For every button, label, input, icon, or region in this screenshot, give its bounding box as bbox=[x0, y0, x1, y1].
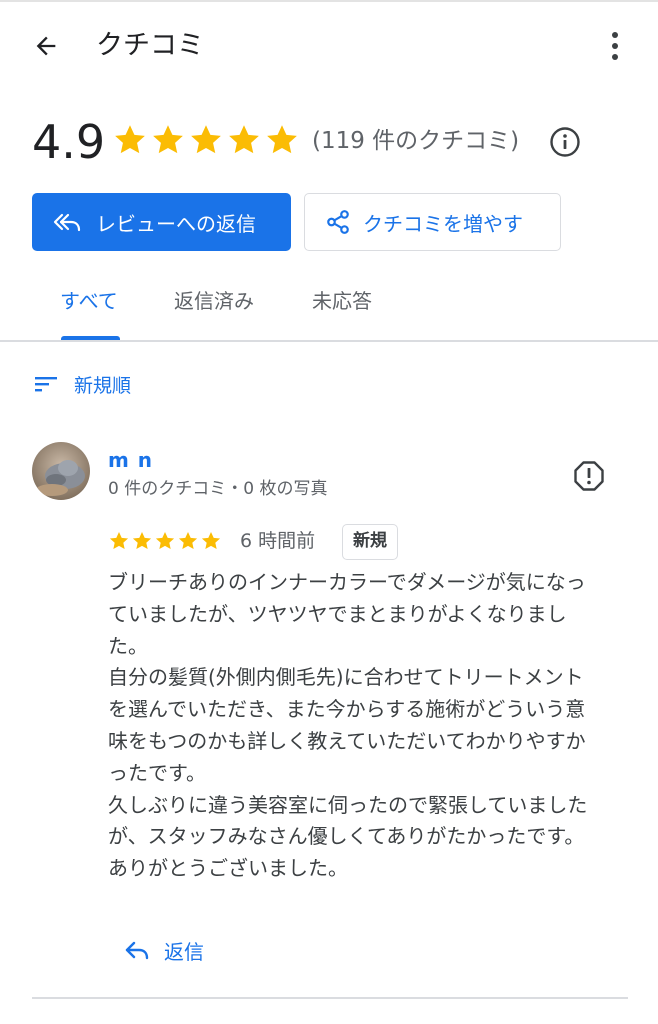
review-text-line: ったです。 bbox=[108, 760, 206, 785]
filter-tabs: すべて 返信済み 未応答 bbox=[0, 272, 658, 342]
review-text-line: ありがとうございました。 bbox=[108, 856, 348, 881]
get-more-reviews-button[interactable]: クチコミを増やす bbox=[304, 193, 561, 251]
reply-label: 返信 bbox=[164, 939, 204, 964]
reviews-page: クチコミ 4.9 (119 件のクチコミ) レビューへの返信 クチコミを増やす … bbox=[0, 0, 658, 1024]
reviewer-meta: 0 件のクチコミ・0 枚の写真 bbox=[108, 479, 328, 499]
review-time: 6 時間前 bbox=[240, 530, 316, 552]
tab-replied[interactable]: 返信済み bbox=[174, 286, 254, 316]
tab-unanswered[interactable]: 未応答 bbox=[312, 286, 372, 316]
star-icon bbox=[109, 532, 129, 550]
sort-button[interactable]: 新規順 bbox=[34, 368, 131, 400]
page-title: クチコミ bbox=[96, 30, 204, 61]
review-text-line: 久しぶりに違う美容室に伺ったので緊張していました bbox=[108, 792, 588, 817]
info-icon bbox=[550, 127, 580, 157]
reviewer-name[interactable]: m n bbox=[108, 447, 153, 473]
avatar-photo bbox=[32, 442, 90, 500]
app-bar: クチコミ bbox=[0, 16, 658, 76]
report-button[interactable] bbox=[572, 459, 606, 493]
star-icon bbox=[178, 532, 198, 550]
share-icon bbox=[325, 209, 351, 235]
star-icon bbox=[153, 125, 183, 154]
reply-to-reviews-button[interactable]: レビューへの返信 bbox=[32, 193, 291, 251]
tabs-divider bbox=[0, 340, 658, 342]
status-divider bbox=[0, 0, 658, 2]
summary-stars bbox=[112, 122, 300, 158]
avatar[interactable] bbox=[32, 442, 90, 500]
star-icon bbox=[132, 532, 152, 550]
get-more-reviews-label: クチコミを増やす bbox=[363, 211, 523, 236]
star-icon bbox=[191, 125, 221, 154]
star-icon bbox=[155, 532, 175, 550]
star-icon bbox=[115, 125, 145, 154]
reply-button[interactable]: 返信 bbox=[124, 932, 204, 968]
review-text-line: を選んでいただき、また今からする施術がどういう意 bbox=[108, 697, 586, 722]
reply-icon bbox=[124, 939, 150, 961]
review-text-line: た。 bbox=[108, 633, 148, 658]
review-text-line: 味をもつのかも詳しく教えていただいてわかりやすか bbox=[108, 728, 586, 753]
average-score: 4.9 bbox=[32, 115, 106, 169]
review-text-line: 自分の髪質(外側内側毛先)に合わせてトリートメント bbox=[108, 665, 584, 690]
tab-all[interactable]: すべて bbox=[60, 286, 118, 316]
review-rating-row: 6 時間前 新規 bbox=[108, 523, 608, 561]
more-vert-icon bbox=[612, 32, 618, 60]
star-icon bbox=[267, 125, 297, 154]
star-icon bbox=[201, 532, 221, 550]
review-text-line: ブリーチありのインナーカラーでダメージが気になっ bbox=[108, 570, 586, 594]
review-stars bbox=[108, 530, 222, 552]
more-options-button[interactable] bbox=[598, 28, 632, 64]
sort-icon bbox=[34, 375, 58, 393]
rating-summary: 4.9 (119 件のクチコミ) bbox=[32, 112, 632, 172]
review-count: (119 件のクチコミ) bbox=[312, 128, 520, 154]
reply-all-icon bbox=[52, 210, 82, 234]
report-icon bbox=[574, 461, 604, 491]
sort-label: 新規順 bbox=[74, 374, 132, 397]
new-badge: 新規 bbox=[342, 524, 398, 560]
review-text-line: ていましたが、ツヤツヤでまとまりがよくなりまし bbox=[108, 601, 567, 626]
back-button[interactable] bbox=[26, 30, 66, 62]
review-divider bbox=[32, 997, 628, 999]
info-button[interactable] bbox=[548, 125, 582, 159]
review-text-line: が、スタッフみなさん優しくてありがたかったです。 bbox=[108, 824, 585, 849]
star-icon bbox=[229, 125, 259, 154]
review-text: ブリーチありのインナーカラーでダメージが気になっ ていましたが、ツヤツヤでまとまり… bbox=[108, 567, 628, 885]
reply-to-reviews-label: レビューへの返信 bbox=[96, 211, 256, 236]
arrow-back-icon bbox=[36, 36, 56, 56]
